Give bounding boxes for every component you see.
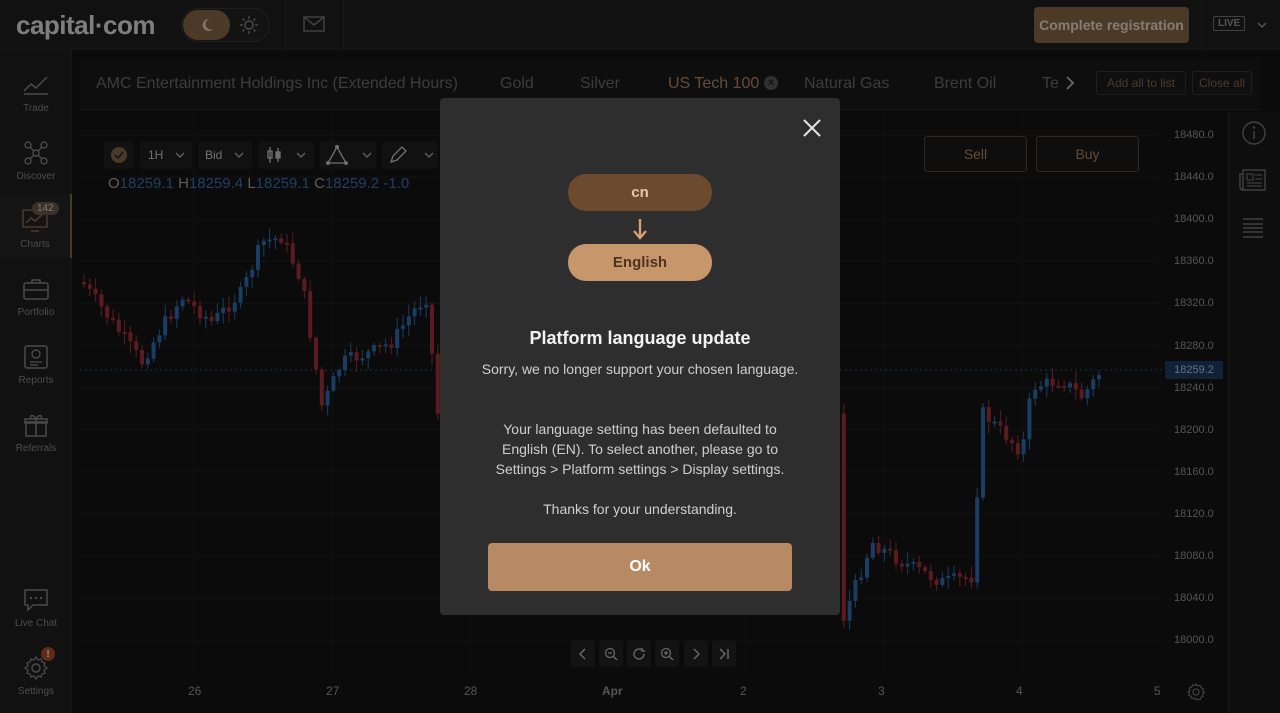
ok-button[interactable]: Ok bbox=[488, 543, 792, 591]
previous-language-pill: cn bbox=[568, 174, 712, 211]
dialog-message-1: Sorry, we no longer support your chosen … bbox=[481, 361, 799, 377]
dialog-message-2: Your language setting has been defaulted… bbox=[495, 421, 785, 477]
new-language-pill: English bbox=[568, 244, 712, 281]
dialog-title: Platform language update bbox=[529, 328, 751, 348]
language-update-dialog: cn English Platform language update Sorr… bbox=[440, 98, 840, 615]
dialog-message-3: Thanks for your understanding. bbox=[543, 501, 737, 517]
close-icon[interactable] bbox=[800, 116, 824, 140]
arrow-down-icon bbox=[632, 218, 648, 245]
